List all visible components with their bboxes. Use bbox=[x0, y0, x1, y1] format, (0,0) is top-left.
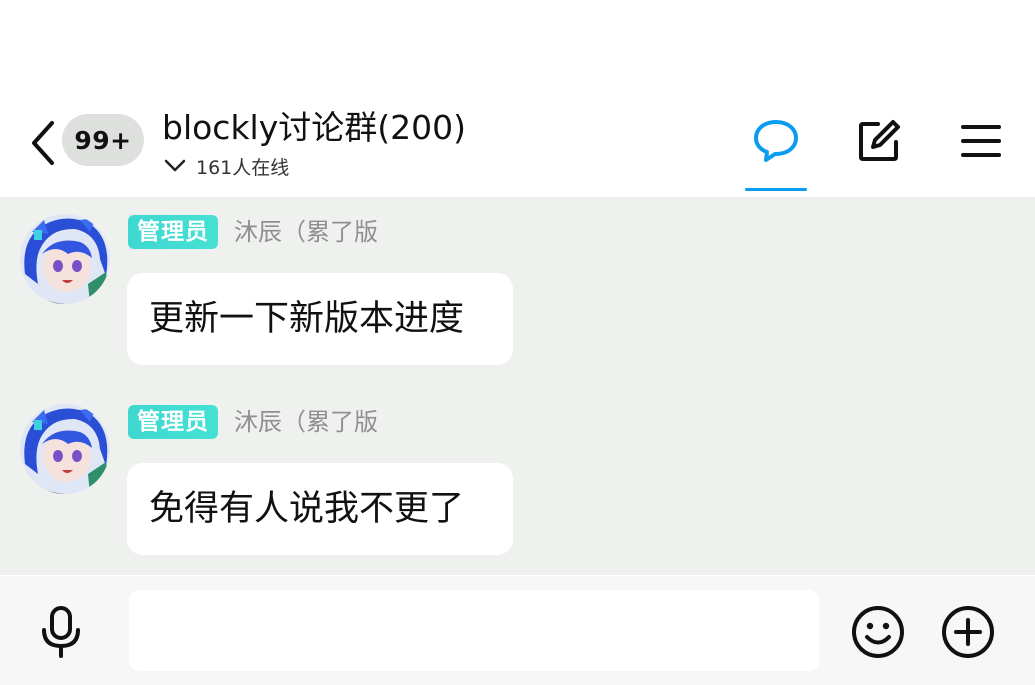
avatar-image bbox=[20, 214, 110, 304]
menu-icon bbox=[961, 125, 1001, 157]
back-button[interactable] bbox=[26, 118, 62, 168]
unread-count-badge[interactable]: 99+ bbox=[62, 114, 144, 166]
chevron-down-icon bbox=[164, 159, 186, 172]
message-bubble[interactable]: 免得有人说我不更了 bbox=[127, 463, 513, 555]
microphone-icon bbox=[42, 606, 80, 658]
edit-button[interactable] bbox=[856, 118, 902, 168]
message-list[interactable]: 管理员 沐辰（累了版 更新一下新版本进度 管理员 沐辰（累了版 免得有人说我不更… bbox=[0, 197, 1035, 575]
chat-bubble-icon bbox=[754, 120, 798, 162]
more-actions-button[interactable] bbox=[940, 604, 996, 664]
edit-note-icon bbox=[859, 120, 900, 161]
voice-button[interactable] bbox=[38, 605, 84, 663]
plus-icon bbox=[942, 606, 994, 658]
back-arrow-icon bbox=[32, 121, 54, 165]
emoji-icon bbox=[852, 606, 904, 658]
message-bubble[interactable]: 更新一下新版本进度 bbox=[127, 273, 513, 365]
group-title[interactable]: blockly讨论群(200) bbox=[162, 106, 466, 150]
chat-header: 99+ blockly讨论群(200) 161人在线 bbox=[0, 0, 1035, 197]
menu-button[interactable] bbox=[960, 122, 1002, 164]
message-input[interactable] bbox=[129, 590, 819, 671]
active-tab-indicator bbox=[745, 188, 807, 191]
avatar-image bbox=[20, 404, 110, 494]
online-members-toggle[interactable]: 161人在线 bbox=[164, 153, 289, 179]
tab-chat[interactable] bbox=[752, 118, 800, 168]
avatar[interactable] bbox=[20, 214, 110, 304]
sender-name[interactable]: 沐辰（累了版 bbox=[234, 405, 378, 439]
avatar[interactable] bbox=[20, 404, 110, 494]
emoji-button[interactable] bbox=[850, 604, 906, 664]
role-tag-admin: 管理员 bbox=[128, 405, 218, 439]
role-tag-admin: 管理员 bbox=[128, 215, 218, 249]
sender-name[interactable]: 沐辰（累了版 bbox=[234, 215, 378, 249]
online-count-text: 161人在线 bbox=[196, 156, 290, 179]
